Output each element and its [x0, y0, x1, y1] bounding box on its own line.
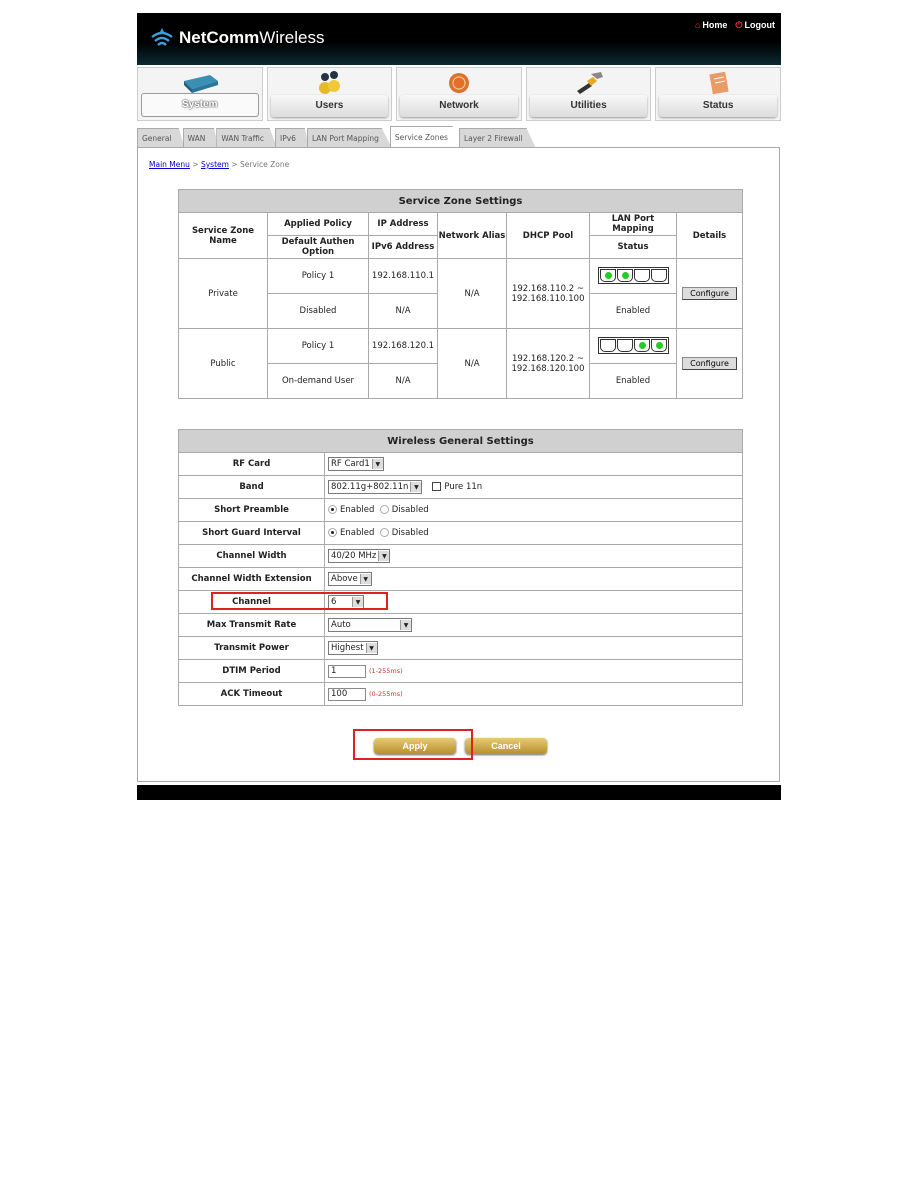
home-icon: ⌂ — [694, 20, 701, 30]
short-preamble-disabled-radio[interactable] — [379, 505, 389, 514]
col-alias: Network Alias — [437, 212, 507, 259]
lan-port-inactive-icon — [650, 269, 667, 282]
short-guard-enabled-radio[interactable] — [328, 528, 337, 537]
channel-width-ext-select[interactable]: Above ▼ — [328, 572, 372, 586]
tab-lan-port-mapping[interactable]: LAN Port Mapping — [306, 128, 392, 148]
lan-port-inactive-icon — [599, 339, 616, 352]
configure-button[interactable]: Configure — [682, 287, 737, 300]
cancel-button[interactable]: Cancel — [465, 738, 547, 754]
power-icon: ⏻ — [735, 20, 743, 30]
chevron-down-icon: ▼ — [400, 620, 411, 630]
breadcrumb-current: Service Zone — [240, 160, 290, 169]
wireless-title: Wireless General Settings — [178, 429, 743, 453]
nav-users[interactable]: Users — [266, 67, 393, 121]
breadcrumb-system[interactable]: System — [201, 160, 229, 169]
col-default-authen: Default Authen Option — [267, 235, 369, 259]
lan-port-map — [597, 337, 669, 354]
col-dhcp: DHCP Pool — [506, 212, 590, 259]
breadcrumb: Main Menu > System > Service Zone — [149, 160, 290, 169]
channel-highlight-box — [211, 592, 388, 610]
tab-ipv6[interactable]: IPv6 — [274, 128, 309, 148]
footer-bar — [137, 785, 781, 800]
col-ipv6: IPv6 Address — [368, 235, 438, 259]
band-select[interactable]: 802.11g+802.11n ▼ — [328, 480, 423, 494]
content-panel: Main Menu > System > Service Zone Servic… — [137, 147, 780, 782]
chevron-down-icon: ▼ — [410, 482, 422, 492]
max-rate-select[interactable]: Auto ▼ — [328, 618, 412, 632]
brand-logo: NetCommWireless — [149, 27, 324, 49]
chevron-down-icon: ▼ — [378, 551, 390, 561]
dtim-input[interactable]: 1 — [328, 664, 366, 678]
users-icon — [319, 71, 341, 94]
lan-port-active-icon — [633, 339, 650, 352]
rf-card-select[interactable]: RF Card1 ▼ — [328, 457, 384, 471]
lan-port-inactive-icon — [633, 269, 650, 282]
home-link[interactable]: ⌂ Home — [695, 20, 727, 31]
page-frame: NetCommWireless ⌂ Home ⏻ Logout System Use… — [137, 13, 781, 800]
lan-port-map — [597, 267, 669, 284]
chevron-down-icon: ▼ — [359, 574, 371, 584]
tab-wan-traffic[interactable]: WAN Traffic — [216, 128, 277, 148]
nav-utilities[interactable]: Utilities — [525, 67, 652, 121]
router-icon — [183, 75, 218, 93]
short-guard-disabled-radio[interactable] — [379, 528, 389, 537]
nav-system[interactable]: System — [137, 67, 263, 121]
hammer-icon — [576, 72, 603, 94]
channel-width-select[interactable]: 40/20 MHz ▼ — [328, 549, 391, 563]
tab-service-zones[interactable]: Service Zones — [389, 126, 461, 148]
pure-11n-checkbox[interactable] — [432, 482, 442, 491]
main-nav: System Users Network Utilities Status — [137, 67, 781, 123]
chevron-down-icon: ▼ — [371, 459, 383, 469]
notepad-icon — [709, 71, 729, 95]
short-preamble-enabled-radio[interactable] — [328, 505, 337, 514]
apply-highlight-box — [353, 729, 473, 760]
lan-port-active-icon — [599, 269, 616, 282]
sub-tabs: General WAN WAN Traffic IPv6 LAN Port Ma… — [137, 126, 781, 148]
col-status: Status — [589, 235, 677, 259]
lan-port-active-icon — [650, 339, 667, 352]
tab-general[interactable]: General — [137, 128, 185, 148]
col-lan-port: LAN Port Mapping — [589, 212, 677, 236]
tab-wan[interactable]: WAN — [182, 128, 219, 148]
table-row: Private Policy 1 192.168.110.1 N/A 192.1… — [178, 258, 743, 329]
breadcrumb-main-menu[interactable]: Main Menu — [149, 160, 190, 169]
wireless-settings-table: Wireless General Settings RF Card RF Car… — [178, 429, 743, 706]
col-details: Details — [676, 212, 743, 259]
wifi-logo-icon — [151, 28, 173, 46]
tab-layer2-firewall[interactable]: Layer 2 Firewall — [458, 128, 536, 148]
lan-port-inactive-icon — [616, 339, 633, 352]
header-bar: NetCommWireless ⌂ Home ⏻ Logout — [137, 13, 781, 65]
service-zone-table: Service Zone Settings Service Zone Name … — [178, 189, 743, 399]
lan-port-active-icon — [616, 269, 633, 282]
tx-power-select[interactable]: Highest ▼ — [328, 641, 378, 655]
col-zone-name: Service Zone Name — [178, 212, 268, 259]
logout-link[interactable]: ⏻ Logout — [735, 20, 775, 31]
configure-button[interactable]: Configure — [682, 357, 737, 370]
col-applied-policy: Applied Policy — [267, 212, 369, 236]
col-ip: IP Address — [368, 212, 438, 236]
network-globe-icon — [448, 73, 469, 93]
nav-status[interactable]: Status — [655, 67, 781, 121]
ack-timeout-input[interactable]: 100 — [328, 687, 366, 701]
service-zone-title: Service Zone Settings — [178, 189, 743, 213]
brand-name: NetCommWireless — [179, 28, 325, 47]
nav-network[interactable]: Network — [396, 67, 522, 121]
chevron-down-icon: ▼ — [365, 643, 377, 653]
table-row: Public Policy 1 192.168.120.1 N/A 192.16… — [178, 328, 743, 399]
